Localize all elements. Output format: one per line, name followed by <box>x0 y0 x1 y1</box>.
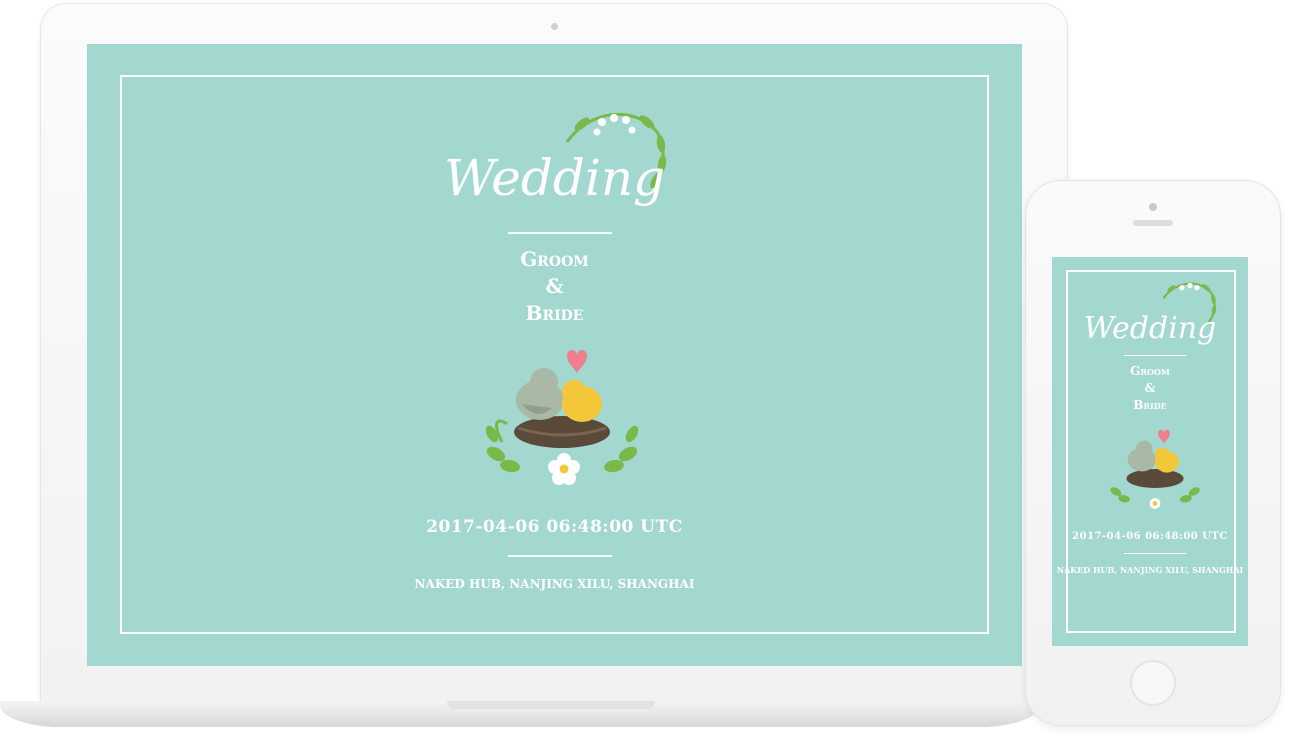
wedding-datetime: 2017-04-06 06:48:00 UTC <box>426 517 683 537</box>
wedding-location: NAKED HUB, NANJING XILU, SHANGHAI <box>414 577 695 591</box>
phone-home-button[interactable] <box>1130 660 1176 706</box>
invitation-title: Wedding <box>443 149 666 207</box>
date-divider <box>508 555 612 557</box>
bride-name: Bride <box>1133 398 1167 412</box>
phone-speaker <box>1133 220 1173 226</box>
wedding-location: NAKED HUB, NANJING XILU, SHANGHAI <box>1056 565 1244 575</box>
flower-icon <box>548 453 580 485</box>
laptop-notch <box>447 701 655 709</box>
laptop-camera-icon <box>551 23 558 30</box>
bride-name: Bride <box>525 301 584 325</box>
title-divider <box>1124 355 1186 356</box>
ampersand: & <box>545 274 564 298</box>
love-birds-nest-icon <box>1110 429 1200 509</box>
groom-name: Groom <box>520 247 589 271</box>
ampersand: & <box>1144 381 1156 395</box>
date-divider <box>1124 553 1186 554</box>
phone-screen: Wedding Groom & Bride 2017-04-06 06:48:0… <box>1052 257 1248 646</box>
wedding-datetime: 2017-04-06 06:48:00 UTC <box>1072 531 1228 542</box>
phone-camera-icon <box>1149 203 1157 211</box>
laptop-screen: Wedding Groom & Bride 2017-04-06 06:48:0… <box>87 44 1022 666</box>
title-divider <box>508 232 612 234</box>
invitation-title: Wedding <box>1083 311 1217 346</box>
groom-name: Groom <box>1130 364 1170 378</box>
